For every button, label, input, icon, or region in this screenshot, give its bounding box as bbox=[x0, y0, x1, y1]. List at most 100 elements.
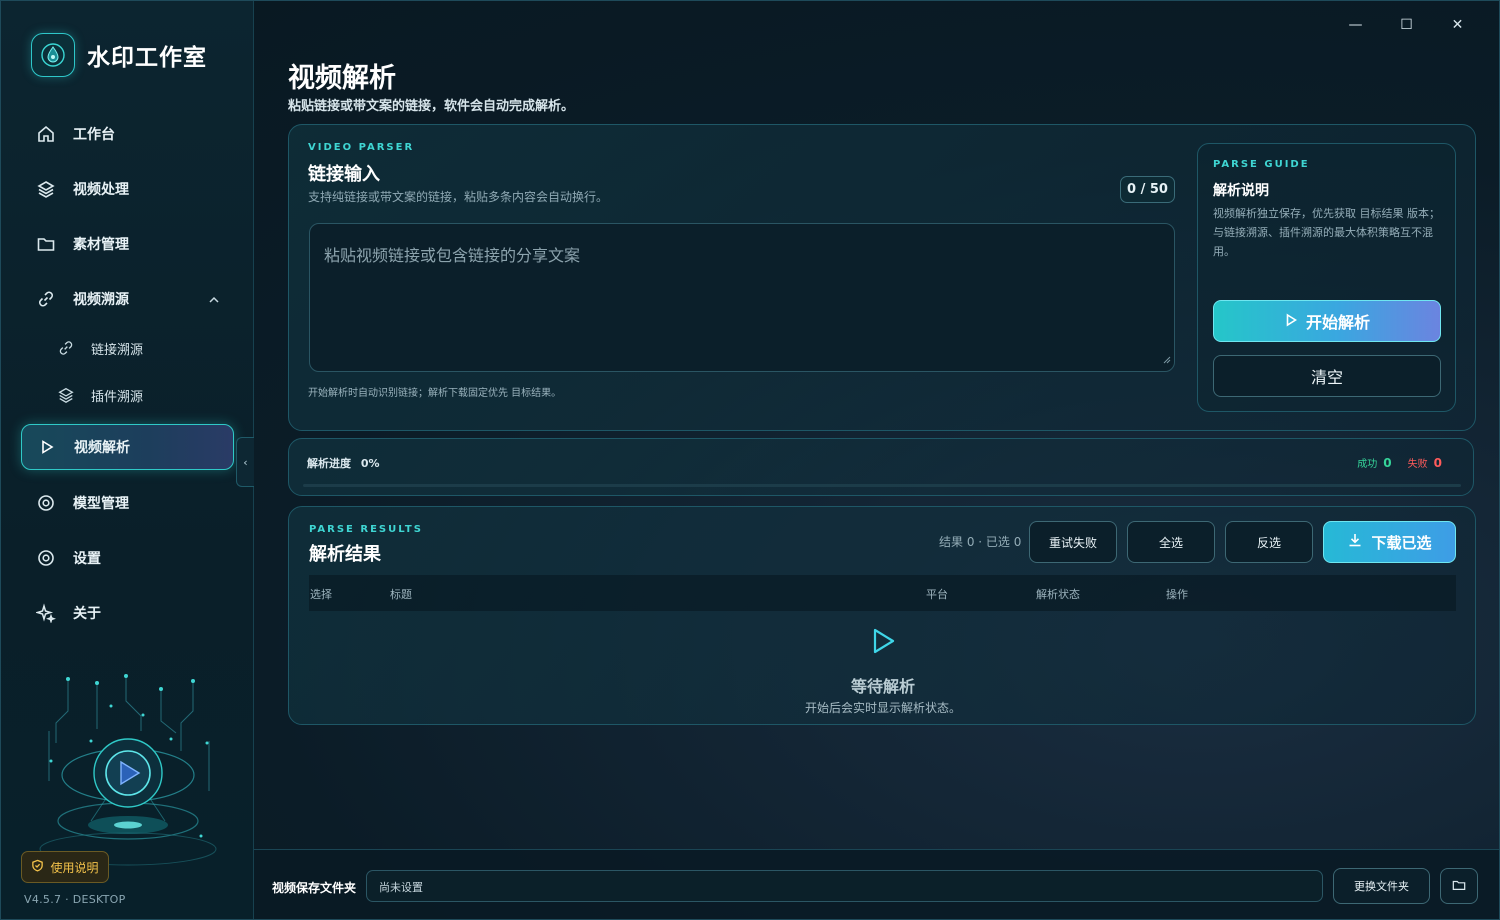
link-count-badge: 0 / 50 bbox=[1120, 176, 1175, 203]
nav-item-model-management[interactable]: 模型管理 bbox=[21, 480, 234, 526]
layers-icon bbox=[55, 384, 77, 406]
change-folder-button[interactable]: 更换文件夹 bbox=[1333, 868, 1430, 904]
guide-title: 解析说明 bbox=[1213, 183, 1269, 199]
results-table-header: 选择 标题 平台 解析状态 操作 bbox=[309, 575, 1456, 611]
window-controls: — ☐ ✕ bbox=[1330, 13, 1483, 37]
progress-percent: 0% bbox=[360, 457, 380, 470]
card-title: 链接输入 bbox=[308, 164, 380, 185]
link-input-card: VIDEO PARSER 链接输入 支持纯链接或带文案的链接，粘贴多条内容会自动… bbox=[288, 124, 1476, 431]
guide-eyebrow: PARSE GUIDE bbox=[1213, 159, 1310, 170]
shield-icon bbox=[31, 859, 44, 875]
close-button[interactable]: ✕ bbox=[1432, 13, 1483, 37]
success-stat: 成功 0 bbox=[1357, 455, 1391, 470]
minimize-button[interactable]: — bbox=[1330, 13, 1381, 37]
layers-icon bbox=[35, 178, 57, 200]
empty-state-subtitle: 开始后会实时显示解析状态。 bbox=[804, 701, 961, 715]
sparkle-icon bbox=[35, 602, 57, 624]
retry-failed-button[interactable]: 重试失败 bbox=[1029, 521, 1117, 563]
clear-button[interactable]: 清空 bbox=[1213, 355, 1441, 397]
nav-label: 视频解析 bbox=[74, 440, 130, 456]
empty-state-title: 等待解析 bbox=[850, 677, 915, 696]
play-icon bbox=[36, 436, 58, 458]
save-folder-path-field[interactable]: 尚未设置 bbox=[366, 870, 1323, 902]
nav-label: 素材管理 bbox=[73, 237, 129, 253]
column-header-title: 标题 bbox=[390, 588, 412, 601]
fail-count: 0 bbox=[1433, 456, 1442, 470]
nav-item-workbench[interactable]: 工作台 bbox=[21, 111, 234, 157]
nav-label: 关于 bbox=[73, 606, 101, 622]
results-title: 解析结果 bbox=[309, 544, 381, 565]
column-header-select: 选择 bbox=[310, 588, 332, 601]
nav-item-material-management[interactable]: 素材管理 bbox=[21, 221, 234, 267]
chevron-up-icon[interactable] bbox=[208, 291, 220, 310]
parse-guide-panel: PARSE GUIDE 解析说明 视频解析独立保存，优先获取 目标结果 版本；与… bbox=[1197, 143, 1456, 412]
progress-stats: 成功 0 失败 0 bbox=[1357, 455, 1442, 470]
page-title: 视频解析 bbox=[288, 63, 396, 94]
start-parse-label: 开始解析 bbox=[1305, 313, 1370, 332]
nav-label: 链接溯源 bbox=[91, 342, 144, 358]
folder-icon bbox=[1452, 877, 1466, 896]
column-header-actions: 操作 bbox=[1166, 588, 1188, 601]
column-header-platform: 平台 bbox=[926, 588, 948, 601]
fail-label: 失败 bbox=[1407, 459, 1428, 470]
page-subtitle: 粘贴链接或带文案的链接，软件会自动完成解析。 bbox=[288, 99, 575, 114]
progress-label: 解析进度 0% bbox=[307, 455, 380, 471]
fail-stat: 失败 0 bbox=[1408, 455, 1442, 470]
folder-icon bbox=[35, 233, 57, 255]
nav-item-video-trace[interactable]: 视频溯源 bbox=[21, 276, 234, 322]
link-icon bbox=[35, 288, 57, 310]
download-icon bbox=[1347, 532, 1363, 552]
results-eyebrow: PARSE RESULTS bbox=[309, 524, 423, 535]
progress-title: 解析进度 bbox=[307, 457, 351, 470]
droplet-logo-icon bbox=[31, 33, 75, 77]
help-label: 使用说明 bbox=[50, 860, 99, 875]
nav-item-video-processing[interactable]: 视频处理 bbox=[21, 166, 234, 212]
start-parse-button[interactable]: 开始解析 bbox=[1213, 300, 1441, 342]
play-icon bbox=[1284, 312, 1298, 331]
resize-handle-icon[interactable] bbox=[1163, 349, 1171, 368]
success-count: 0 bbox=[1383, 456, 1392, 470]
sidebar-collapse-toggle[interactable]: ‹ bbox=[236, 437, 254, 487]
nav-label: 模型管理 bbox=[73, 496, 129, 512]
card-description: 支持纯链接或带文案的链接，粘贴多条内容会自动换行。 bbox=[308, 190, 609, 204]
sidebar: 水印工作室 工作台 视频处理 素材管理 视频溯源 链接溯源 插件溯源 视频解析 … bbox=[1, 1, 254, 919]
save-folder-label: 视频保存文件夹 bbox=[272, 881, 357, 895]
nav-item-video-parse[interactable]: 视频解析 bbox=[21, 424, 234, 470]
nav-label: 视频溯源 bbox=[73, 292, 129, 308]
nav-item-about[interactable]: 关于 bbox=[21, 590, 234, 636]
invert-selection-button[interactable]: 反选 bbox=[1225, 521, 1313, 563]
nav-label: 设置 bbox=[73, 551, 101, 567]
nav-label: 插件溯源 bbox=[91, 389, 144, 405]
select-all-button[interactable]: 全选 bbox=[1127, 521, 1215, 563]
download-selected-button[interactable]: 下载已选 bbox=[1323, 521, 1456, 563]
sidebar-illustration bbox=[31, 671, 221, 875]
help-button[interactable]: 使用说明 bbox=[21, 851, 109, 883]
card-eyebrow: VIDEO PARSER bbox=[308, 142, 415, 153]
parse-results-card: PARSE RESULTS 解析结果 结果 0 · 已选 0 重试失败 全选 反… bbox=[288, 506, 1476, 725]
nav-item-settings[interactable]: 设置 bbox=[21, 535, 234, 581]
maximize-button[interactable]: ☐ bbox=[1381, 13, 1432, 37]
textarea-placeholder: 粘贴视频链接或包含链接的分享文案 bbox=[324, 246, 581, 265]
play-outline-icon bbox=[872, 627, 896, 659]
column-header-status: 解析状态 bbox=[1036, 588, 1080, 601]
guide-body: 视频解析独立保存，优先获取 目标结果 版本；与链接溯源、插件溯源的最大体积策略互… bbox=[1213, 207, 1440, 258]
app-name: 水印工作室 bbox=[87, 45, 207, 71]
success-label: 成功 bbox=[1357, 459, 1378, 470]
link-icon bbox=[55, 337, 77, 359]
nav-item-link-trace[interactable]: 链接溯源 bbox=[41, 328, 234, 368]
save-folder-bar: 视频保存文件夹 尚未设置 更换文件夹 bbox=[254, 849, 1499, 919]
nav-label: 视频处理 bbox=[73, 182, 129, 198]
brand: 水印工作室 bbox=[31, 33, 207, 77]
settings-icon bbox=[35, 547, 57, 569]
link-input-textarea[interactable]: 粘贴视频链接或包含链接的分享文案 bbox=[309, 223, 1175, 372]
progress-bar bbox=[303, 484, 1461, 487]
open-folder-button[interactable] bbox=[1440, 868, 1478, 904]
input-hint: 开始解析时自动识别链接；解析下载固定优先 目标结果。 bbox=[308, 388, 562, 399]
app-window: 水印工作室 工作台 视频处理 素材管理 视频溯源 链接溯源 插件溯源 视频解析 … bbox=[0, 0, 1500, 920]
parse-progress-card: 解析进度 0% 成功 0 失败 0 bbox=[288, 438, 1474, 496]
results-count: 结果 0 · 已选 0 bbox=[939, 535, 1022, 549]
home-icon bbox=[35, 123, 57, 145]
chevron-left-icon: ‹ bbox=[243, 455, 248, 469]
nav-item-plugin-trace[interactable]: 插件溯源 bbox=[41, 375, 234, 415]
app-version: V4.5.7 · DESKTOP bbox=[24, 893, 126, 906]
